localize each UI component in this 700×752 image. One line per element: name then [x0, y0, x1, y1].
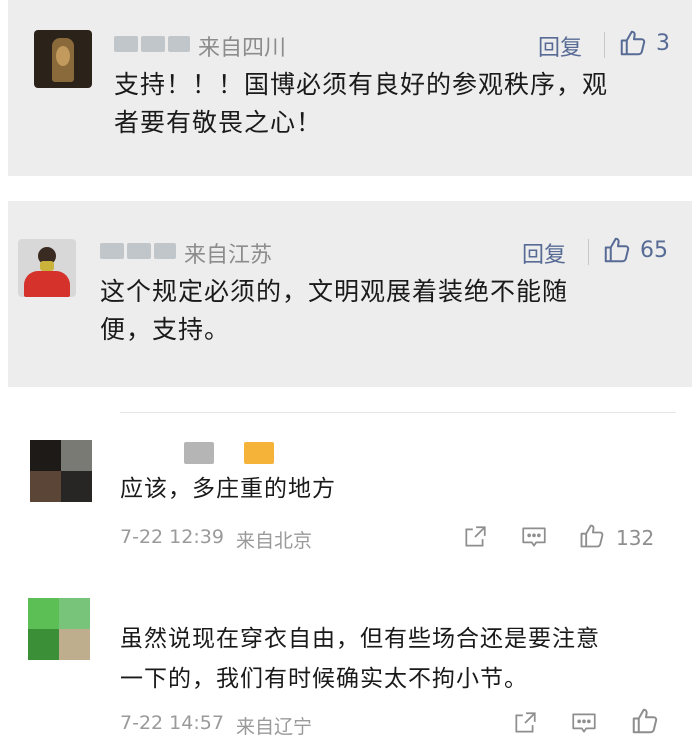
- reply-button[interactable]: 回复: [538, 30, 582, 62]
- thumbs-up-icon: [620, 30, 646, 56]
- divider: [604, 32, 605, 58]
- comment-text: 一下的，我们有时候确实太不拘小节。: [120, 666, 528, 692]
- comment-text: 便，支持。: [100, 315, 231, 344]
- comment-icon: [572, 713, 596, 733]
- comment-text: 者要有敬畏之心！: [114, 108, 323, 137]
- like-button[interactable]: 3: [618, 28, 670, 58]
- comment-text: 这个规定必须的，文明观展着装绝不能随: [100, 277, 569, 306]
- avatar[interactable]: [28, 598, 90, 660]
- location-label: 来自北京: [236, 530, 313, 552]
- avatar[interactable]: [34, 30, 92, 88]
- like-count: 65: [640, 237, 668, 263]
- like-count: 3: [656, 30, 670, 56]
- blurred-nickname: [184, 442, 214, 464]
- comment-text: 支持！！！国博必须有良好的参观秩序，观: [114, 70, 609, 99]
- thumbs-up-icon: [604, 237, 630, 263]
- comment-icon: [522, 527, 546, 547]
- thumbs-up-icon: [580, 524, 604, 548]
- comment-button[interactable]: [520, 524, 548, 554]
- timestamp: 7-22 12:39: [120, 526, 224, 548]
- avatar[interactable]: [30, 440, 92, 502]
- comment-text: 虽然说现在穿衣自由，但有些场合还是要注意: [120, 626, 600, 652]
- list-divider: [120, 412, 676, 413]
- featured-comment-card: 来自四川 回复 3 支持！！！国博必须有良好的参观秩序，观 者要有敬畏之心！: [8, 0, 692, 176]
- like-button[interactable]: [630, 706, 660, 740]
- location-label: 来自江苏: [184, 243, 273, 268]
- location-label: 来自辽宁: [236, 716, 313, 738]
- share-icon: [465, 526, 486, 547]
- share-button[interactable]: [462, 524, 488, 554]
- comment-feed: 来自四川 回复 3 支持！！！国博必须有良好的参观秩序，观 者要有敬畏之心！ 来…: [0, 0, 700, 752]
- thumbs-up-icon: [632, 708, 658, 734]
- like-count: 132: [616, 526, 655, 550]
- comment-button[interactable]: [570, 710, 598, 740]
- share-button[interactable]: [512, 710, 538, 740]
- avatar[interactable]: [18, 239, 76, 297]
- location-label: 来自四川: [198, 36, 287, 61]
- like-button[interactable]: [578, 522, 606, 554]
- user-badge: [244, 442, 274, 464]
- timestamp: 7-22 14:57: [120, 712, 224, 734]
- blurred-nickname: [100, 243, 176, 259]
- share-icon: [515, 712, 536, 733]
- featured-comment-card: 来自江苏 回复 65 这个规定必须的，文明观展着装绝不能随 便，支持。: [8, 201, 692, 387]
- divider: [588, 239, 589, 265]
- reply-button[interactable]: 回复: [522, 237, 566, 269]
- like-button[interactable]: 65: [602, 235, 668, 265]
- blurred-nickname: [114, 36, 190, 52]
- comment-text: 应该，多庄重的地方: [120, 476, 336, 502]
